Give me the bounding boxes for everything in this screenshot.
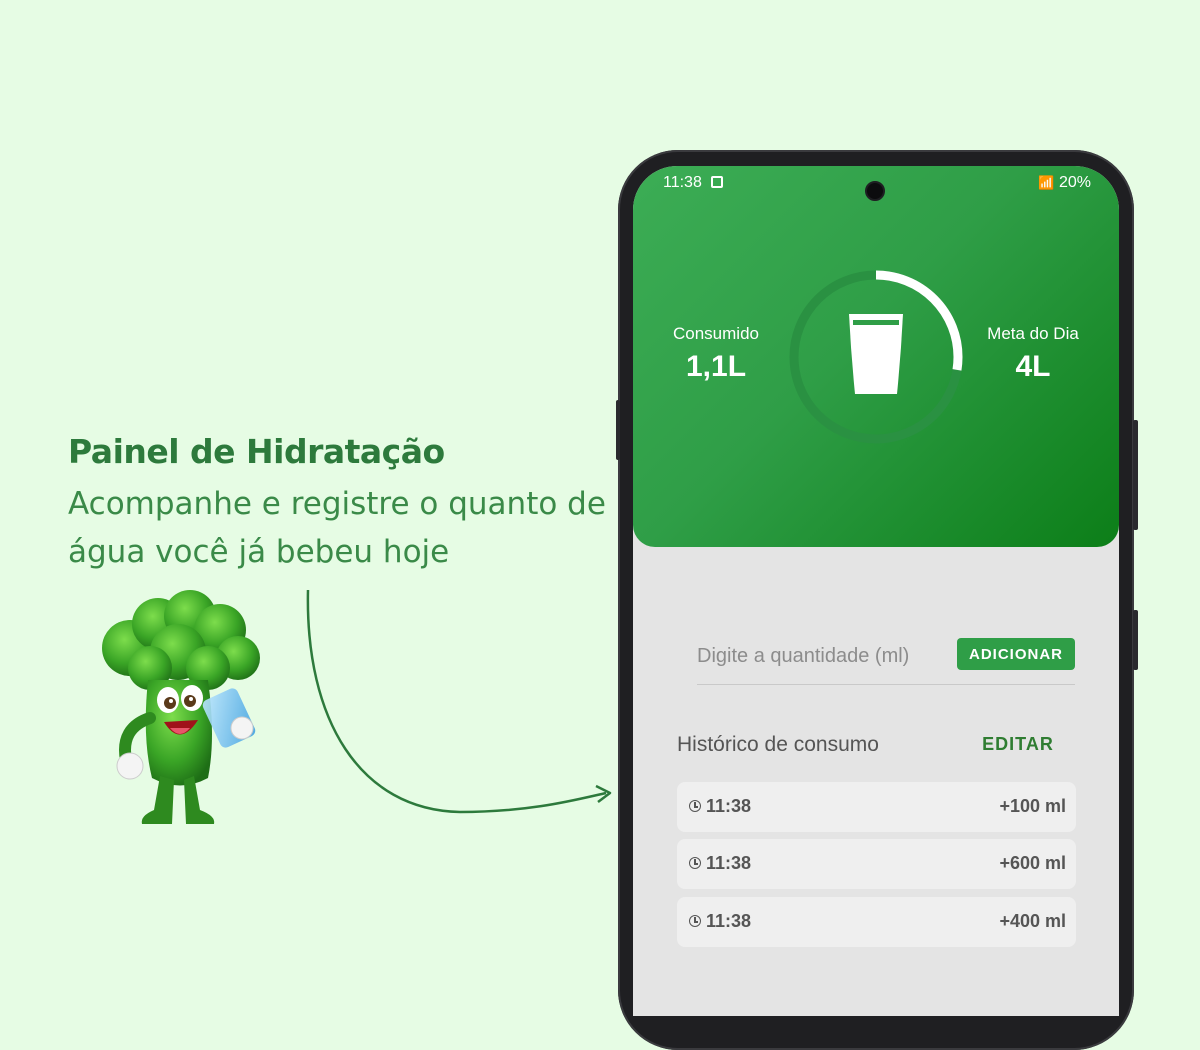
glass-icon <box>849 314 903 394</box>
edit-button[interactable]: EDITAR <box>973 734 1063 755</box>
battery-percent: 20% <box>1058 174 1091 191</box>
phone-screen: 11:38 📶 20% Consumido 1,1L Meta do Dia 4… <box>633 166 1119 1016</box>
history-time: 11:38 <box>706 796 752 816</box>
history-amount: +400 ml <box>999 911 1066 931</box>
wifi-signal-icon: 📶 <box>1038 175 1055 190</box>
goal-label: Meta do Dia <box>987 324 1079 343</box>
history-time: 11:38 <box>706 911 752 931</box>
history-row: 11:38 +100 ml <box>677 782 1076 832</box>
side-button <box>616 400 620 460</box>
consumed-label: Consumido <box>673 324 759 343</box>
add-button[interactable]: ADICIONAR <box>957 638 1075 670</box>
front-camera <box>865 181 885 201</box>
image-notification-icon <box>711 176 723 188</box>
quantity-input[interactable] <box>697 636 952 676</box>
clock-icon <box>689 915 701 927</box>
history-row: 11:38 +600 ml <box>677 839 1076 889</box>
volume-button <box>1133 420 1138 530</box>
history-amount: +100 ml <box>999 796 1066 816</box>
broccoli-mascot-illustration <box>102 590 260 824</box>
quantity-input-row: ADICIONAR <box>697 634 1075 685</box>
history-row: 11:38 +400 ml <box>677 897 1076 947</box>
history-time: 11:38 <box>706 853 752 873</box>
clock-icon <box>689 800 701 812</box>
history-title: Histórico de consumo <box>677 733 879 756</box>
progress-ring <box>789 270 963 444</box>
goal-value: 4L <box>1015 350 1051 383</box>
clock-icon <box>689 857 701 869</box>
status-time: 11:38 <box>663 174 702 191</box>
hydration-header: 11:38 📶 20% Consumido 1,1L Meta do Dia 4… <box>633 166 1119 547</box>
history-amount: +600 ml <box>999 853 1066 873</box>
consumed-value: 1,1L <box>685 350 747 383</box>
power-button <box>1133 610 1138 670</box>
status-right: 📶 20% <box>1038 174 1091 192</box>
